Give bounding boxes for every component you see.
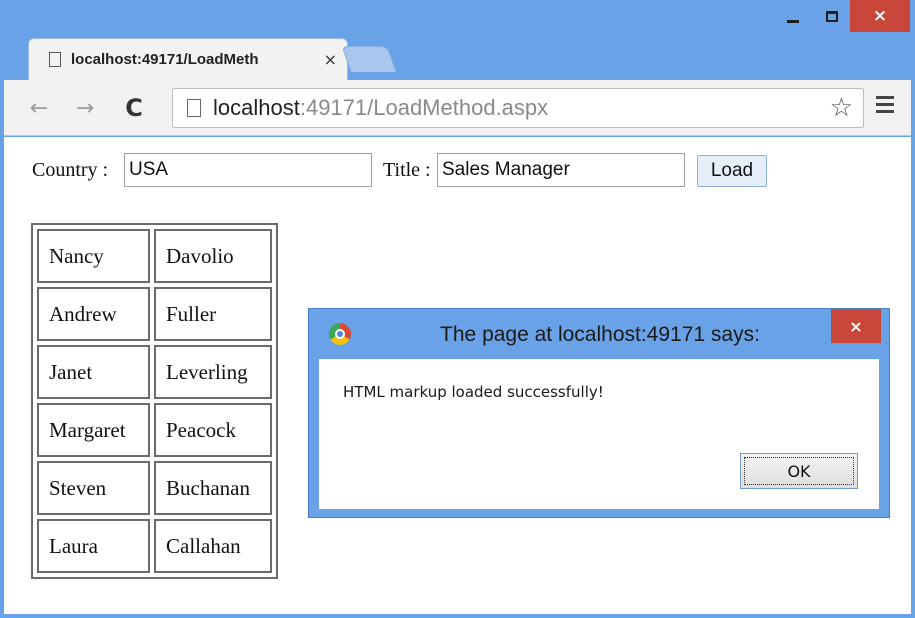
reload-button[interactable]: C (116, 90, 152, 126)
forward-button[interactable]: → (70, 90, 100, 126)
first-name-cell: Steven (37, 461, 150, 515)
title-input[interactable] (437, 153, 685, 187)
first-name-cell: Janet (37, 345, 150, 399)
minimize-icon (787, 19, 799, 23)
last-name-cell: Fuller (154, 287, 272, 341)
table-row: Laura Callahan (37, 519, 272, 573)
last-name-cell: Leverling (154, 345, 272, 399)
first-name-cell: Laura (37, 519, 150, 573)
tab-title: localhost:49171/LoadMeth (71, 51, 259, 68)
country-label: Country : (32, 159, 109, 181)
dialog-body: HTML markup loaded successfully! OK (319, 359, 879, 509)
page-icon (49, 52, 61, 67)
filter-form: Country : Title : Load (32, 153, 892, 187)
url-host: localhost (213, 95, 300, 120)
browser-toolbar: ← → C localhost:49171/LoadMethod.aspx ☆ (4, 80, 911, 136)
new-tab-button[interactable] (341, 46, 397, 72)
ok-button[interactable]: OK (740, 453, 858, 489)
dialog-message: HTML markup loaded successfully! (343, 383, 604, 401)
last-name-cell: Callahan (154, 519, 272, 573)
table-row: Andrew Fuller (37, 287, 272, 341)
browser-window: × localhost:49171/LoadMeth × ← → C local… (0, 0, 915, 618)
maximize-icon (826, 10, 838, 22)
last-name-cell: Davolio (154, 229, 272, 283)
dialog-title-bar[interactable]: The page at localhost:49171 says: × (309, 309, 889, 359)
minimize-button[interactable] (770, 0, 816, 32)
country-input[interactable] (124, 153, 372, 187)
dialog-close-button[interactable]: × (831, 309, 881, 343)
table-row: Margaret Peacock (37, 403, 272, 457)
window-close-button[interactable]: × (850, 0, 910, 32)
back-button[interactable]: ← (24, 90, 54, 126)
table-row: Nancy Davolio (37, 229, 272, 283)
address-bar[interactable]: localhost:49171/LoadMethod.aspx ☆ (172, 88, 864, 128)
first-name-cell: Nancy (37, 229, 150, 283)
title-label: Title : (383, 159, 431, 181)
table-row: Steven Buchanan (37, 461, 272, 515)
maximize-button[interactable] (816, 0, 848, 32)
url-path: :49171/LoadMethod.aspx (299, 95, 549, 120)
load-button[interactable]: Load (697, 155, 767, 187)
first-name-cell: Margaret (37, 403, 150, 457)
hamburger-menu-icon[interactable] (876, 96, 894, 120)
tab-close-icon[interactable]: × (324, 50, 337, 69)
last-name-cell: Peacock (154, 403, 272, 457)
star-icon[interactable]: ☆ (830, 93, 853, 123)
page-icon (187, 99, 201, 117)
title-bar: × localhost:49171/LoadMeth × (0, 0, 915, 80)
first-name-cell: Andrew (37, 287, 150, 341)
tab-active[interactable]: localhost:49171/LoadMeth × (28, 38, 348, 80)
dialog-title: The page at localhost:49171 says: (440, 323, 760, 346)
employees-table: Nancy Davolio Andrew Fuller Janet Leverl… (31, 223, 278, 579)
alert-dialog: The page at localhost:49171 says: × HTML… (308, 308, 890, 518)
last-name-cell: Buchanan (154, 461, 272, 515)
table-row: Janet Leverling (37, 345, 272, 399)
